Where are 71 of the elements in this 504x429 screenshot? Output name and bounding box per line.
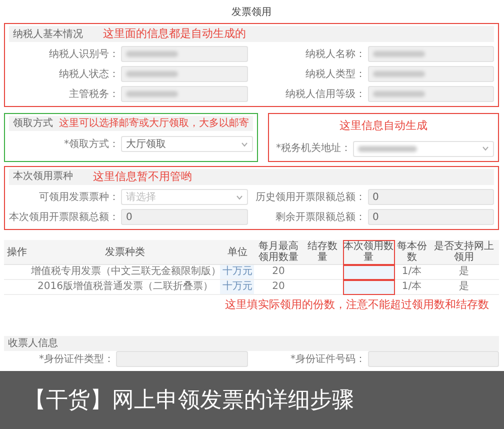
input-field[interactable]: 0 [368, 209, 494, 226]
field-label: 纳税人状态： [58, 68, 120, 82]
table-cell: 2016版增值税普通发票（二联折叠票） [30, 280, 220, 295]
table-cell: 20 [254, 264, 303, 280]
field-value: 大厅领取 [126, 138, 166, 152]
caption-text: 【干货】网上申领发票的详细步骤 [24, 386, 354, 414]
input-field[interactable]: 0 [121, 209, 248, 226]
field-label: *领取方式： [63, 138, 120, 152]
field-label: 纳税人信用等级： [284, 88, 366, 102]
field-value: 0 [372, 210, 379, 225]
input-field[interactable] [116, 351, 248, 367]
select-field[interactable]: 大厅领取 [121, 136, 253, 152]
input-field[interactable] [368, 46, 494, 62]
field-value: 0 [126, 210, 132, 225]
field-value: 0 [372, 190, 379, 205]
input-field[interactable] [368, 351, 499, 367]
input-field[interactable]: 0 [368, 189, 494, 206]
field-label: 本次领用开票限额总额： [9, 210, 120, 225]
blurred-value [358, 146, 417, 152]
field-label: 可领用发票票种： [38, 190, 120, 205]
field-label: 主管税务： [68, 88, 120, 102]
table-cell: 是 [428, 280, 499, 295]
table-cell: 1/本 [394, 280, 429, 295]
section-heading: 收票人信息 [8, 337, 58, 350]
blurred-value [372, 51, 425, 58]
caret-icon [482, 146, 489, 152]
caret-icon [241, 142, 248, 147]
page-title: 发票领用 [230, 6, 272, 20]
input-field[interactable] [368, 86, 494, 102]
field-label: 历史领用开票限额总额： [256, 190, 366, 205]
table-cell: 是 [428, 264, 499, 280]
annotation-text: 这里信息自动生成 [340, 119, 428, 132]
caret-icon [236, 194, 242, 200]
field-label: 纳税人类型： [304, 68, 366, 82]
blurred-value [372, 91, 425, 98]
field-label: 纳税人识别号： [48, 48, 120, 62]
table-cell: 增值税专用发票（中文三联无金额限制版） [30, 264, 220, 280]
input-field[interactable] [121, 66, 248, 82]
section-heading: 纳税人基本情况 [13, 28, 83, 41]
input-field[interactable] [121, 86, 248, 102]
field-label: 纳税人名称： [304, 48, 366, 62]
field-label: *身份证件号码： [290, 352, 366, 366]
annotation-text: 这里填实际领用的份数，注意不能超过领用数和结存数 [225, 297, 489, 314]
table-cell: 十万元 [220, 280, 254, 295]
annotation-text: 这里面的信息都是自动生成的 [103, 27, 246, 42]
column-header: 本次领用数量 [342, 240, 395, 265]
table-cell: 20 [254, 280, 303, 295]
blurred-value [126, 71, 178, 78]
blurred-value [372, 71, 425, 78]
field-label: *身份证件类型： [38, 352, 115, 366]
column-header: 单位 [220, 240, 254, 265]
table-cell: 1/本 [394, 264, 429, 280]
column-header: 是否支持网上领用 [428, 240, 499, 265]
blurred-value [126, 91, 178, 98]
table-cell: 十万元 [220, 264, 254, 280]
annotation-text: 这里可以选择邮寄或大厅领取，大多以邮寄 [59, 117, 249, 130]
select-field[interactable] [353, 140, 494, 157]
section-heading: 领取方式 [13, 117, 53, 130]
column-header: 操作 [4, 240, 30, 265]
blurred-value [126, 51, 178, 58]
field-label: 剩余开票限额总额： [274, 210, 366, 225]
field-placeholder: 请选择 [126, 190, 156, 205]
input-field[interactable] [368, 66, 494, 82]
column-header: 发票种类 [30, 240, 220, 265]
column-header: 每月最高领用数量 [254, 240, 303, 265]
annotation-text: 这里信息暂不用管哟 [93, 170, 192, 184]
column-header: 每本份数 [394, 240, 429, 265]
section-heading: 本次领用票种 [13, 170, 73, 184]
column-header: 结存数量 [302, 240, 343, 265]
input-field[interactable] [121, 46, 248, 62]
field-label: *税务机关地址： [275, 142, 352, 156]
